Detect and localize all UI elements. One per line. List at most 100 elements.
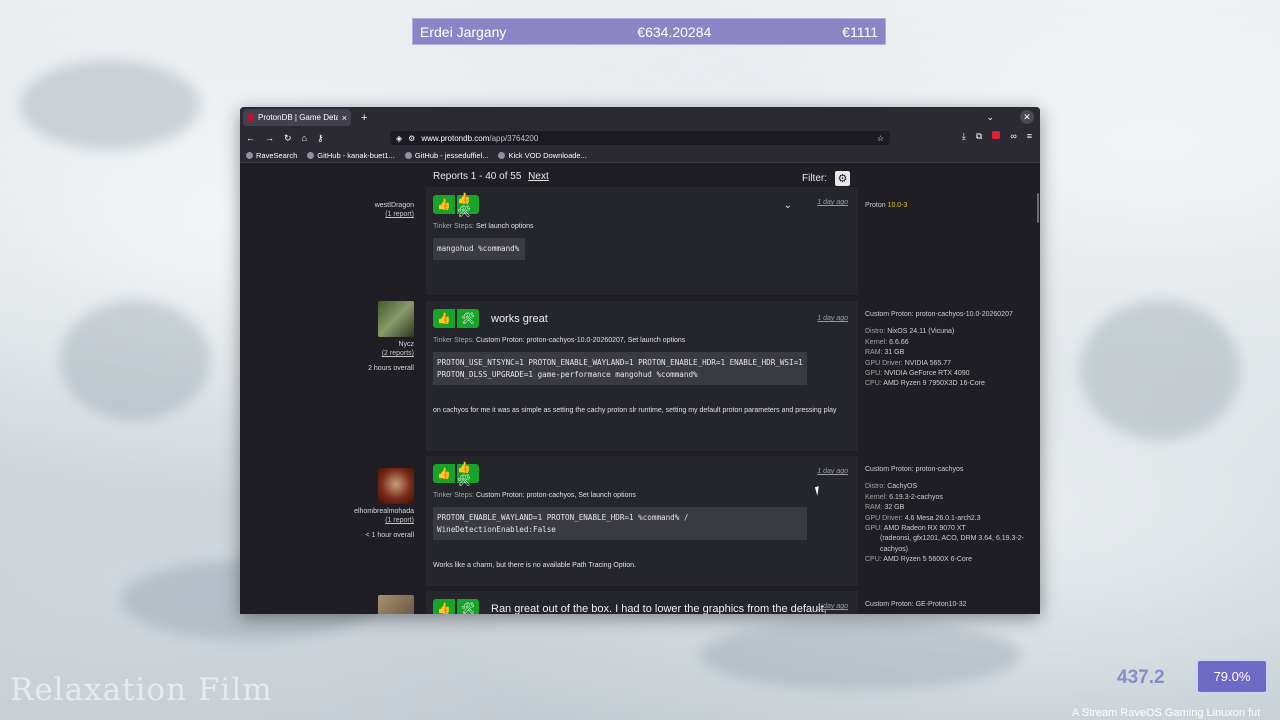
report-count-link[interactable]: (2 reports) (330, 350, 414, 357)
playtime: 2 hours overall (368, 365, 414, 372)
report-count-link[interactable]: (1 report) (330, 211, 414, 218)
filter-label: Filter: (802, 173, 827, 184)
report-card: elhombrealmohada (1 report) < 1 hour ove… (240, 456, 1040, 586)
bookmark-ravesearch[interactable]: RaveSearch (246, 151, 297, 160)
shield-icon[interactable]: ◈ (396, 134, 402, 143)
report-title: Ran great out of the box. I had to lower… (491, 602, 827, 615)
report-user: westIDragon (1 report) (330, 202, 414, 218)
tab-bar: ProtonDB | Game Detail × + ⌄ ✕ (240, 107, 1040, 128)
bookmark-star-icon[interactable]: ☆ (877, 134, 884, 143)
expand-chevron-icon[interactable]: ⌄ (784, 200, 792, 211)
back-arrow-icon[interactable]: ← (246, 133, 255, 143)
avatar[interactable] (378, 595, 414, 614)
report-date[interactable]: 1 day ago (817, 315, 848, 322)
background-snow (20, 60, 200, 150)
reports-pagination: Reports 1 - 40 of 55 Next (433, 171, 549, 182)
playtime: < 1 hour overall (365, 532, 414, 539)
report-user: elhombrealmohada (1 report) < 1 hour ove… (330, 468, 414, 539)
overlay-counter: 437.2 (1117, 667, 1165, 688)
browser-window: ProtonDB | Game Detail × + ⌄ ✕ ← → ↻ ⌂ ⚷… (240, 107, 1040, 614)
list-tabs-chevron-icon[interactable]: ⌄ (986, 112, 994, 123)
system-specs: Distro: NixOS 24.11 (Vicuna) Kernel: 6.6… (865, 328, 985, 388)
background-snow (1080, 300, 1240, 440)
nav-bar: ← → ↻ ⌂ ⚷ ◈ ⚙ www.protondb.com/app/37642… (240, 128, 1040, 148)
ticker-name: Erdei Jargany (420, 23, 507, 40)
menu-icon[interactable]: ≡ (1027, 131, 1032, 142)
forward-arrow-icon[interactable]: → (265, 133, 274, 143)
filter-gear-icon[interactable]: ⚙ (835, 171, 850, 186)
avatar[interactable] (378, 468, 414, 504)
thumbs-up-icon: 👍 (433, 195, 455, 214)
rating-badges: 👍 🛠 Ran great out of the box. I had to l… (433, 599, 851, 614)
custom-proton: Custom Proton: proton-cachyos-10.0-20260… (865, 311, 1013, 318)
bookmark-icon (246, 151, 253, 159)
report-card: westIDragon (1 report) 👍 👍🛠 ⌄ 1 day ago … (240, 187, 1040, 295)
report-count-link[interactable]: (1 report) (330, 517, 414, 524)
report-note: Works like a charm, but there is no avai… (433, 562, 636, 569)
report-title: works great (491, 312, 548, 325)
thumbs-up-tinker-icon: 👍🛠 (457, 193, 479, 218)
rating-badges: 👍 👍🛠 (433, 462, 851, 487)
url-bar[interactable]: ◈ ⚙ www.protondb.com/app/3764200 ☆ (390, 131, 890, 145)
tinker-tools-icon: 🛠 (457, 599, 479, 614)
watermark-logo: Relaxation Film (10, 672, 273, 708)
bookmark-kick-vod[interactable]: Kick VOD Downloade... (498, 151, 587, 160)
extensions-icon[interactable]: ⧉ (976, 131, 982, 142)
downloads-icon[interactable]: ⤓ (962, 131, 966, 142)
url-text[interactable]: www.protondb.com/app/3764200 (421, 134, 871, 143)
report-body: 👍 👍🛠 1 day ago Tinker Steps: Custom Prot… (426, 456, 858, 586)
background-snow (60, 300, 210, 420)
protondb-favicon-icon (247, 114, 254, 121)
report-body: 👍 🛠 works great 1 day ago Tinker Steps: … (426, 301, 858, 451)
new-tab-button[interactable]: + (361, 112, 367, 124)
window-close-icon[interactable]: ✕ (1020, 110, 1034, 124)
report-body: 👍 👍🛠 ⌄ 1 day ago Tinker Steps: Set launc… (426, 187, 858, 295)
next-page-link[interactable]: Next (528, 171, 549, 182)
report-date[interactable]: 1 day ago (817, 199, 848, 206)
tab-close-icon[interactable]: × (342, 113, 347, 123)
report-user (330, 595, 414, 614)
report-date[interactable]: 1 day ago (817, 468, 848, 475)
key-icon[interactable]: ⚷ (317, 133, 324, 144)
extension-badge-icon[interactable] (992, 131, 1001, 139)
proton-version: 10.0-3 (887, 202, 908, 209)
system-info: Custom Proton: GE-Proton10-32 (865, 600, 1030, 610)
globe-icon (498, 151, 506, 159)
launch-options-code[interactable]: PROTON_ENABLE_WAYLAND=1 PROTON_ENABLE_HD… (433, 507, 807, 540)
ticker-amount: €634.20284 (637, 23, 712, 40)
bookmark-github-jesse[interactable]: GitHub - jesseduffiel... (404, 151, 488, 160)
avatar[interactable] (378, 301, 414, 337)
report-user: Nycz (2 reports) 2 hours overall (330, 301, 414, 372)
thumbs-up-icon: 👍 (433, 309, 455, 328)
username[interactable]: westIDragon (375, 202, 414, 209)
launch-options-code[interactable]: PROTON_USE_NTSYNC=1 PROTON_ENABLE_WAYLAN… (433, 352, 807, 385)
home-icon[interactable]: ⌂ (302, 133, 307, 143)
username[interactable]: Nycz (398, 341, 414, 348)
tinker-steps: Tinker Steps: Set launch options (433, 223, 534, 230)
donation-ticker: Erdei Jargany €634.20284 €1111 (412, 18, 886, 45)
launch-options-code[interactable]: mangohud %command% (433, 238, 526, 260)
tinker-steps: Tinker Steps: Custom Proton: proton-cach… (433, 337, 686, 344)
username[interactable]: elhombrealmohada (354, 508, 414, 515)
site-info-icon[interactable]: ⚙ (408, 134, 415, 143)
report-card: Nycz (2 reports) 2 hours overall 👍 🛠 wor… (240, 301, 1040, 451)
system-info: Custom Proton: proton-cachyos-10.0-20260… (865, 310, 1030, 390)
system-info: Proton 10.0-3 (865, 202, 908, 209)
filter-control: Filter: ⚙ (802, 171, 850, 186)
stream-caption: A Stream RaveOS Gaming Linuxon fut (1072, 707, 1261, 719)
custom-proton: Custom Proton: GE-Proton10-32 (865, 601, 967, 608)
bookmarks-bar: RaveSearch GitHub - kanak-buet1... GitHu… (240, 148, 1040, 163)
tinker-steps: Tinker Steps: Custom Proton: proton-cach… (433, 492, 636, 499)
account-icon[interactable]: ∞ (1010, 131, 1016, 142)
system-specs: Distro: CachyOS Kernel: 6.19.3-2-cachyos… (865, 483, 1024, 564)
report-date[interactable]: 1 day ago (817, 603, 848, 610)
bookmark-github-kanak[interactable]: GitHub - kanak-buet1... (307, 151, 395, 160)
custom-proton: Custom Proton: proton-cachyos (865, 466, 964, 473)
ticker-goal: €1111 (842, 23, 878, 40)
thumbs-up-tinker-icon: 👍🛠 (457, 462, 479, 487)
background-snow (700, 620, 1020, 690)
github-icon (404, 151, 412, 159)
reload-icon[interactable]: ↻ (284, 133, 292, 144)
tab-protondb[interactable]: ProtonDB | Game Detail × (243, 109, 351, 126)
report-card: 👍 🛠 Ran great out of the box. I had to l… (240, 591, 1040, 614)
